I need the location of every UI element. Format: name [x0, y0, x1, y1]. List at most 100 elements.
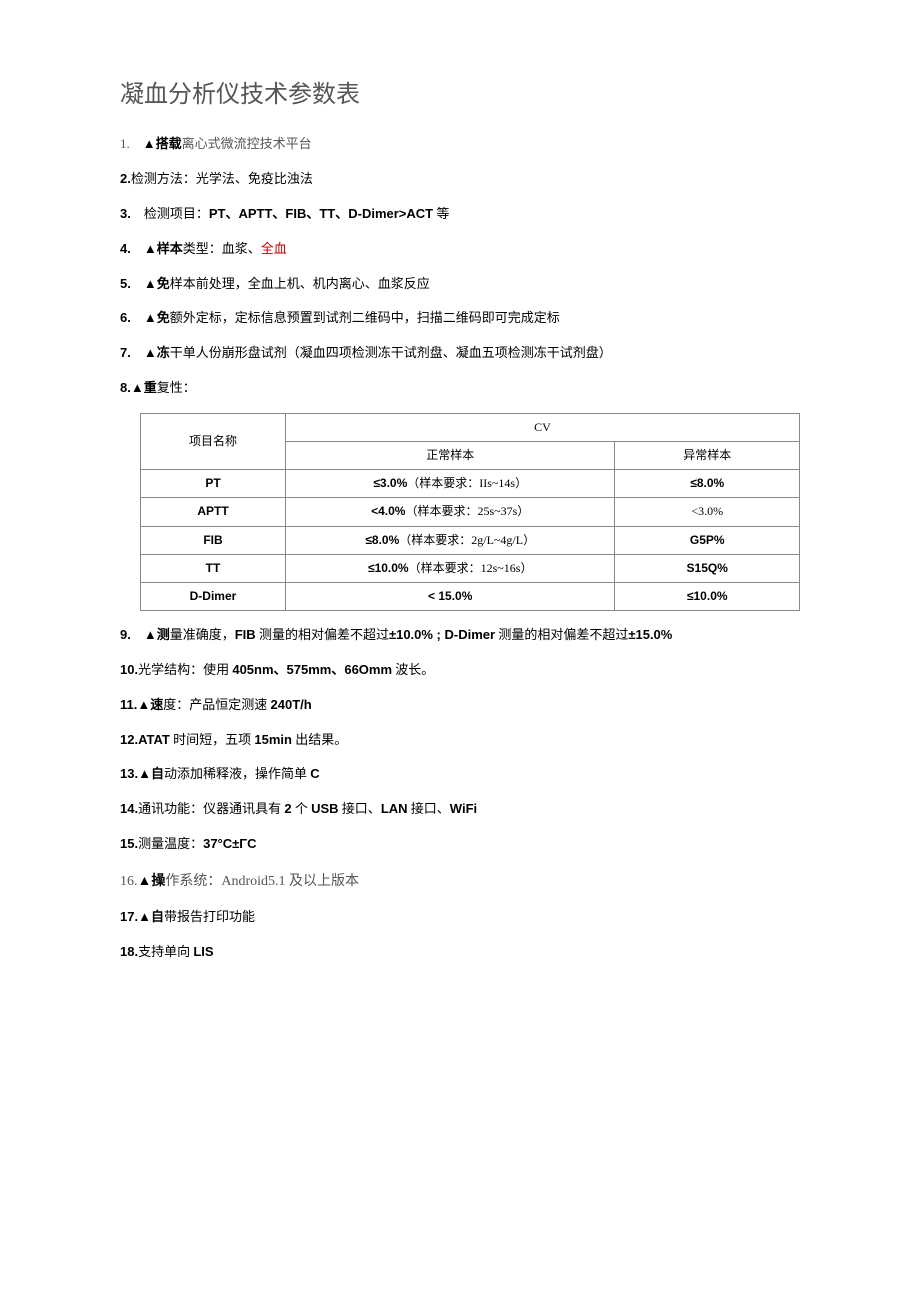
spec-item-15: 15.测量温度：37°C±ΓC	[120, 834, 800, 855]
item-text: 样本前处理，全血上机、机内离心、血浆反应	[170, 276, 430, 291]
item-number: 17.	[120, 909, 138, 924]
table-row: D-Dimer < 15.0% ≤10.0%	[141, 582, 800, 610]
spec-item-14: 14.通讯功能：仪器通讯具有 2 个 USB 接口、LAN 接口、WiFi	[120, 799, 800, 820]
table-row: PT ≤3.0%（样本要求：IIs~14s） ≤8.0%	[141, 470, 800, 498]
spec-item-3: 3. 检测项目：PT、APTT、FIB、TT、D-Dimer>ACT 等	[120, 204, 800, 225]
item-triangle: ▲操	[138, 872, 166, 888]
cell-requirement: （样本要求：IIs~14s）	[407, 476, 527, 490]
page-title: 凝血分析仪技术参数表	[120, 76, 800, 114]
item-triangle: ▲样本	[144, 241, 183, 256]
col-header-normal: 正常样本	[285, 442, 615, 470]
item-bold: ±10.0% ; D-Dimer	[389, 627, 495, 642]
item-text: 干单人份崩形盘试剂（凝血四项检测冻干试剂盘、凝血五项检测冻干试剂盘）	[170, 345, 612, 360]
item-red-text: 全血	[261, 241, 287, 256]
item-triangle: ▲重	[131, 380, 157, 395]
item-text: 带报告打印功能	[164, 909, 255, 924]
item-text: 光学结构：使用	[138, 662, 232, 677]
item-text: 动添加稀释液，操作简单	[164, 766, 310, 781]
spec-item-5: 5. ▲免样本前处理，全血上机、机内离心、血浆反应	[120, 274, 800, 295]
item-number: 10.	[120, 662, 138, 677]
cell-abnormal: ≤10.0%	[615, 582, 800, 610]
item-bold: LAN	[381, 801, 408, 816]
item-text: 个	[292, 801, 312, 816]
item-text: 测量的相对偏差不超过	[495, 627, 628, 642]
item-number: 16.	[120, 874, 138, 889]
spec-item-1: 1. ▲搭载离心式微流控技术平台	[120, 134, 800, 155]
item-bold: WiFi	[450, 801, 477, 816]
cell-requirement: （样本要求：25s~37s）	[405, 504, 529, 518]
table-row: APTT <4.0%（样本要求：25s~37s） <3.0%	[141, 498, 800, 526]
table-row: TT ≤10.0%（样本要求：12s~16s） S15Q%	[141, 554, 800, 582]
spec-item-18: 18.支持单向 LIS	[120, 942, 800, 963]
item-bold: ±15.0%	[628, 627, 672, 642]
cell-name: PT	[141, 470, 286, 498]
spec-item-6: 6. ▲免额外定标，定标信息预置到试剂二维码中，扫描二维码即可完成定标	[120, 308, 800, 329]
spec-item-9: 9. ▲测量准确度，FIB 测量的相对偏差不超过±10.0% ; D-Dimer…	[120, 625, 800, 646]
item-bold: 37°C±ΓC	[203, 836, 256, 851]
item-text: 类型：血浆、	[183, 241, 261, 256]
item-triangle: ▲速	[137, 697, 163, 712]
spec-item-8: 8.▲重复性：	[120, 378, 800, 399]
item-text: 度：产品恒定测速	[163, 697, 270, 712]
item-number: 12.	[120, 732, 138, 747]
item-text: 通讯功能：仪器通讯具有	[138, 801, 284, 816]
item-number: 4.	[120, 241, 131, 256]
col-header-cv: CV	[285, 413, 799, 441]
cell-name: APTT	[141, 498, 286, 526]
spec-item-12: 12.ATAT 时间短，五项 15min 出结果。	[120, 730, 800, 751]
table-row: FIB ≤8.0%（样本要求：2g/L~4g/L） G5P%	[141, 526, 800, 554]
cell-normal: <4.0%（样本要求：25s~37s）	[285, 498, 615, 526]
item-bold: USB	[311, 801, 338, 816]
spec-item-17: 17.▲自带报告打印功能	[120, 907, 800, 928]
item-triangle-text: ▲搭载	[143, 136, 182, 151]
item-text: 支持单向	[138, 944, 193, 959]
item-value: PT、APTT、FIB、TT、D-Dimer>ACT	[209, 206, 433, 221]
item-bold: C	[310, 766, 319, 781]
cell-value: ≤3.0%	[373, 476, 407, 490]
cell-abnormal: ≤8.0%	[615, 470, 800, 498]
cell-normal: ≤8.0%（样本要求：2g/L~4g/L）	[285, 526, 615, 554]
table-header-row: 项目名称 CV	[141, 413, 800, 441]
item-text: 波长。	[392, 662, 434, 677]
item-number: 18.	[120, 944, 138, 959]
item-text: 额外定标，定标信息预置到试剂二维码中，扫描二维码即可完成定标	[170, 310, 560, 325]
cell-abnormal: <3.0%	[615, 498, 800, 526]
cell-name: D-Dimer	[141, 582, 286, 610]
item-text: 复性：	[157, 380, 196, 395]
cv-table: 项目名称 CV 正常样本 异常样本 PT ≤3.0%（样本要求：IIs~14s）…	[140, 413, 800, 611]
cell-name: TT	[141, 554, 286, 582]
cell-normal: ≤3.0%（样本要求：IIs~14s）	[285, 470, 615, 498]
item-text: 接口、	[408, 801, 450, 816]
spec-item-16: 16.▲操作系统：Android5.1 及以上版本	[120, 869, 800, 893]
item-bold: 240T/h	[271, 697, 312, 712]
item-number: 2.	[120, 171, 131, 186]
item-number: 11.	[120, 697, 137, 712]
cell-normal: < 15.0%	[285, 582, 615, 610]
cell-normal: ≤10.0%（样本要求：12s~16s）	[285, 554, 615, 582]
item-number: 9.	[120, 627, 131, 642]
cell-requirement: （样本要求：2g/L~4g/L）	[399, 533, 535, 547]
col-header-name: 项目名称	[141, 413, 286, 469]
item-text: 接口、	[339, 801, 381, 816]
cell-value: ≤10.0%	[368, 561, 409, 575]
item-triangle: ▲自	[138, 909, 164, 924]
item-text: 及以上版本	[286, 874, 360, 889]
cell-abnormal: S15Q%	[615, 554, 800, 582]
item-text: 测量温度：	[138, 836, 203, 851]
spec-item-4: 4. ▲样本类型：血浆、全血	[120, 239, 800, 260]
item-number: 13.	[120, 766, 138, 781]
item-bold: 405nm、575mm、66Omm	[232, 662, 392, 677]
item-bold: 2	[284, 801, 291, 816]
item-number: 1.	[120, 136, 130, 151]
spec-item-2: 2.检测方法：光学法、免疫比浊法	[120, 169, 800, 190]
item-text: 量准确度，	[170, 627, 235, 642]
item-text: 测量的相对偏差不超过	[256, 627, 389, 642]
cell-requirement: （样本要求：12s~16s）	[409, 561, 533, 575]
col-header-abnormal: 异常样本	[615, 442, 800, 470]
item-bold: ATAT	[138, 732, 170, 747]
item-text: 时间短，五项	[170, 732, 255, 747]
spec-item-13: 13.▲自动添加稀释液，操作简单 C	[120, 764, 800, 785]
item-bold: FIB	[235, 627, 256, 642]
item-number: 8.	[120, 380, 131, 395]
item-text: 出结果。	[292, 732, 347, 747]
